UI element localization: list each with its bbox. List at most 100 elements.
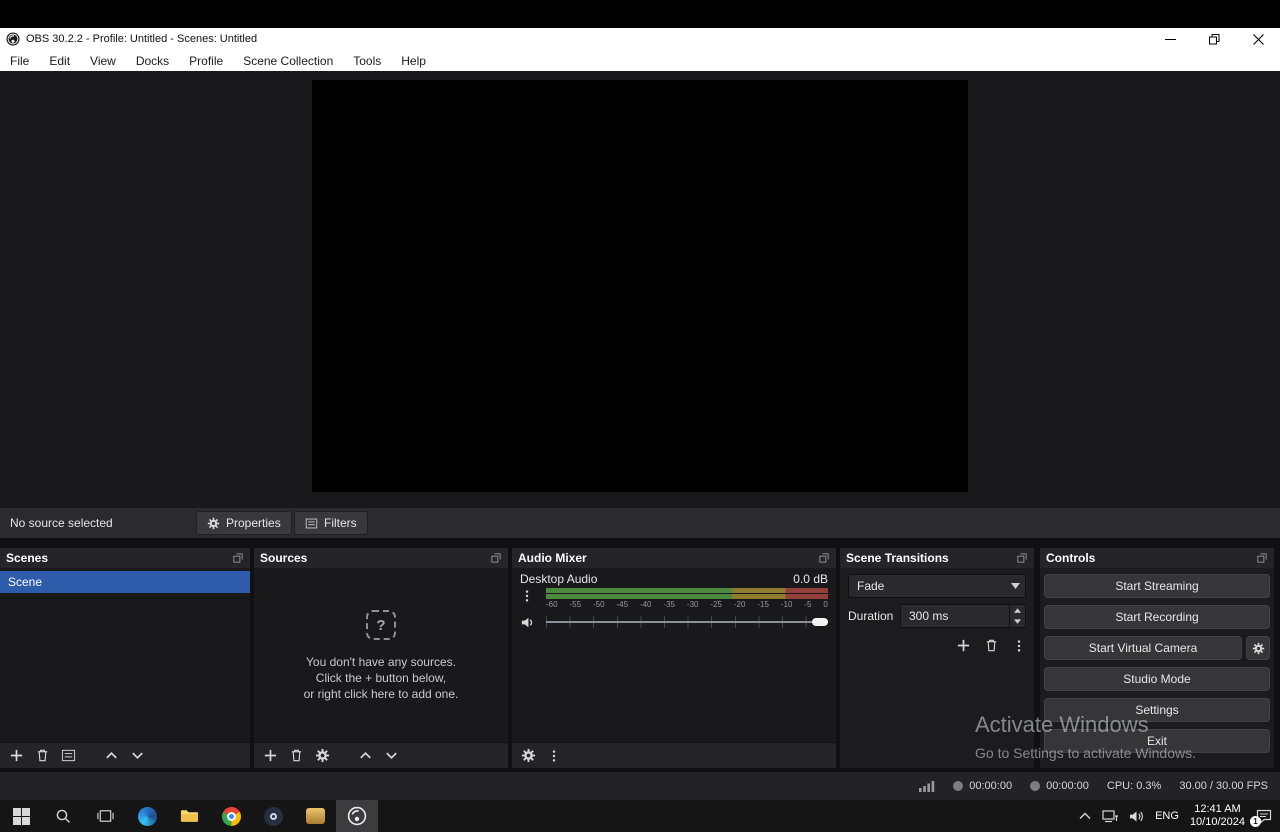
streaming-time: 00:00:00 (1046, 780, 1089, 792)
speaker-icon[interactable] (520, 615, 535, 630)
spinner-down-button[interactable] (1010, 616, 1025, 627)
audio-channel-name: Desktop Audio (520, 572, 597, 586)
menu-edit[interactable]: Edit (39, 50, 80, 71)
transition-select[interactable]: Fade (848, 574, 1026, 598)
duration-spinner[interactable]: 300 ms (900, 604, 1026, 628)
move-source-up-button[interactable] (358, 748, 373, 763)
audio-mixer-toolbar (512, 742, 836, 768)
top-black-strip (0, 0, 1280, 28)
channel-menu-icon[interactable] (520, 589, 534, 603)
chrome-icon[interactable] (210, 800, 252, 832)
transition-properties-menu-icon[interactable] (1012, 639, 1026, 653)
scenes-dock-title: Scenes (6, 551, 48, 565)
settings-button[interactable]: Settings (1044, 698, 1270, 722)
taskbar-app-icon-dark[interactable] (252, 800, 294, 832)
remove-scene-button[interactable] (35, 748, 50, 763)
start-button[interactable] (0, 800, 42, 832)
popout-icon[interactable] (1256, 552, 1268, 564)
add-scene-button[interactable] (9, 748, 24, 763)
sources-list[interactable]: ? You don't have any sources. Click the … (254, 568, 508, 742)
transitions-body: Fade Duration 300 ms (840, 568, 1034, 768)
taskbar-clock[interactable]: 12:41 AM 10/10/2024 (1190, 803, 1245, 829)
recording-status: 00:00:00 (953, 780, 1012, 792)
restore-button[interactable] (1192, 28, 1236, 50)
transition-buttons-row (848, 638, 1026, 653)
file-explorer-icon[interactable] (168, 800, 210, 832)
gear-icon (207, 517, 220, 530)
start-recording-button[interactable]: Start Recording (1044, 605, 1270, 629)
scene-list-item[interactable]: Scene (0, 571, 250, 593)
move-scene-up-button[interactable] (104, 748, 119, 763)
transitions-dock-title: Scene Transitions (846, 551, 949, 565)
add-source-button[interactable] (263, 748, 278, 763)
popout-icon[interactable] (1016, 552, 1028, 564)
move-scene-down-button[interactable] (130, 748, 145, 763)
start-streaming-button[interactable]: Start Streaming (1044, 574, 1270, 598)
tray-chevron-up-icon[interactable] (1079, 812, 1091, 820)
menu-scene-collection[interactable]: Scene Collection (233, 50, 343, 71)
tray-network-icon[interactable] (1102, 810, 1118, 823)
minimize-button[interactable] (1148, 28, 1192, 50)
volume-meter-right (546, 594, 828, 599)
scene-transitions-dock: Scene Transitions Fade Duration 300 ms (840, 548, 1034, 768)
menu-tools[interactable]: Tools (343, 50, 391, 71)
obs-taskbar-icon[interactable] (336, 800, 378, 832)
popout-icon[interactable] (818, 552, 830, 564)
task-view-icon[interactable] (84, 800, 126, 832)
menu-docks[interactable]: Docks (126, 50, 179, 71)
sources-empty-line: You don't have any sources. (254, 654, 508, 670)
source-toolbar: No source selected Properties Filters (0, 508, 1280, 538)
properties-button[interactable]: Properties (196, 511, 292, 535)
start-virtual-camera-button[interactable]: Start Virtual Camera (1044, 636, 1242, 660)
remove-transition-button[interactable] (984, 638, 999, 653)
scenes-dock: Scenes Scene (0, 548, 250, 768)
sources-empty-line: Click the + button below, (254, 670, 508, 686)
menu-view[interactable]: View (80, 50, 126, 71)
transitions-dock-header: Scene Transitions (840, 548, 1034, 568)
spinner-up-button[interactable] (1010, 605, 1025, 616)
source-properties-button[interactable] (315, 748, 330, 763)
language-indicator[interactable]: ENG (1155, 810, 1179, 822)
taskbar-date: 10/10/2024 (1190, 816, 1245, 829)
taskbar-search-icon[interactable] (42, 800, 84, 832)
scenes-dock-header: Scenes (0, 548, 250, 568)
filters-button[interactable]: Filters (294, 511, 368, 535)
fps-counter: 30.00 / 30.00 FPS (1179, 780, 1268, 792)
remove-source-button[interactable] (289, 748, 304, 763)
virtual-camera-config-button[interactable] (1246, 636, 1270, 660)
taskbar-app-icon-amber[interactable] (294, 800, 336, 832)
volume-slider-handle[interactable] (812, 618, 828, 626)
status-bar: 00:00:00 00:00:00 CPU: 0.3% 30.00 / 30.0… (0, 772, 1280, 800)
action-center-icon[interactable]: 1 (1256, 809, 1272, 824)
duration-value: 300 ms (901, 609, 1009, 623)
studio-mode-button[interactable]: Studio Mode (1044, 667, 1270, 691)
titlebar: OBS 30.2.2 - Profile: Untitled - Scenes:… (0, 28, 1280, 50)
move-source-down-button[interactable] (384, 748, 399, 763)
preview-canvas[interactable] (312, 80, 968, 492)
audio-mixer-body: Desktop Audio 0.0 dB -60-55-50-45-40-35-… (512, 568, 836, 742)
volume-slider[interactable] (546, 616, 828, 628)
menu-help[interactable]: Help (391, 50, 436, 71)
tray-volume-icon[interactable] (1129, 810, 1144, 823)
advanced-audio-button[interactable] (521, 748, 536, 763)
record-indicator-icon (953, 781, 963, 791)
menu-profile[interactable]: Profile (179, 50, 233, 71)
system-tray: ENG 12:41 AM 10/10/2024 1 (1079, 800, 1280, 832)
edge-icon[interactable] (126, 800, 168, 832)
popout-icon[interactable] (232, 552, 244, 564)
exit-button[interactable]: Exit (1044, 729, 1270, 753)
scene-filters-button[interactable] (61, 748, 76, 763)
controls-dock-title: Controls (1046, 551, 1095, 565)
obs-logo-icon (6, 32, 20, 46)
sources-empty-state: ? You don't have any sources. Click the … (254, 610, 508, 702)
transition-selected: Fade (849, 579, 1005, 593)
add-transition-button[interactable] (956, 638, 971, 653)
menu-file[interactable]: File (0, 50, 39, 71)
popout-icon[interactable] (490, 552, 502, 564)
close-button[interactable] (1236, 28, 1280, 50)
volume-meter-scale: -60-55-50-45-40-35-30-25-20-15-10-50 (546, 600, 828, 609)
window-controls (1148, 28, 1280, 50)
mixer-menu-icon[interactable] (547, 749, 561, 763)
scenes-list[interactable]: Scene (0, 568, 250, 742)
question-mark-icon: ? (366, 610, 396, 640)
